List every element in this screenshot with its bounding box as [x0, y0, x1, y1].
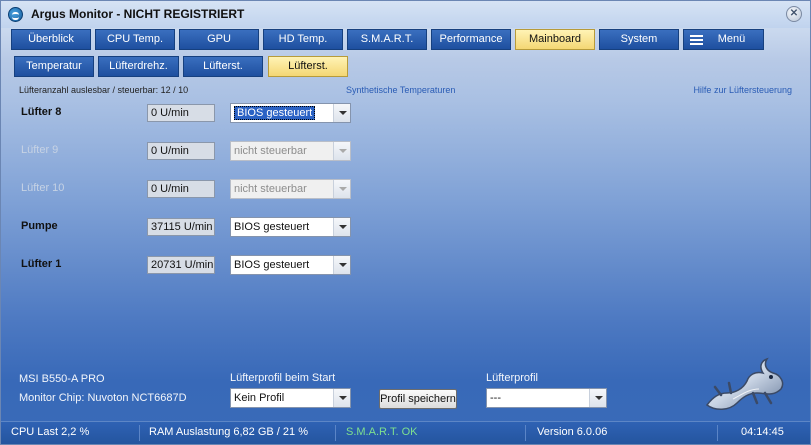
- fan-name: Lüfter 9: [21, 144, 59, 156]
- fan-name: Lüfter 8: [21, 106, 62, 118]
- tab-hd-temp[interactable]: HD Temp.: [263, 29, 343, 50]
- start-profile-value: Kein Profil: [234, 392, 285, 404]
- fan-mode-select[interactable]: BIOS gesteuert: [230, 103, 351, 123]
- argus-lizard-logo-icon: [705, 357, 784, 410]
- fan-name: Pumpe: [21, 220, 58, 232]
- subtab-luefterdrehz[interactable]: Lüfterdrehz.: [98, 56, 179, 77]
- status-divider: [335, 425, 336, 441]
- tab-menu[interactable]: Menü: [683, 29, 764, 50]
- argus-app-icon: [8, 7, 23, 22]
- fan-rpm: 0 U/min: [147, 142, 215, 160]
- fan-mode-select[interactable]: BIOS gesteuert: [230, 217, 351, 237]
- subtab-luefterst-2[interactable]: Lüfterst.: [268, 56, 348, 77]
- title-bar[interactable]: Argus Monitor - NICHT REGISTRIERT ✕: [1, 1, 810, 28]
- hamburger-menu-icon: [690, 35, 703, 45]
- fan-mode-value: BIOS gesteuert: [234, 221, 310, 233]
- version-status: Version 6.0.06: [537, 426, 608, 438]
- ram-usage-status: RAM Auslastung 6,82 GB / 21 %: [149, 426, 308, 438]
- fan-count-label: Lüfteranzahl auslesbar / steuerbar: 12 /…: [19, 85, 189, 95]
- close-icon[interactable]: ✕: [786, 6, 802, 22]
- clock-status: 04:14:45: [741, 426, 784, 438]
- status-bar: CPU Last 2,2 % RAM Auslastung 6,82 GB / …: [1, 421, 810, 444]
- tab-smart[interactable]: S.M.A.R.T.: [347, 29, 427, 50]
- status-divider: [525, 425, 526, 441]
- tab-performance[interactable]: Performance: [431, 29, 511, 50]
- fan-profile-value: ---: [490, 392, 501, 404]
- status-divider: [717, 425, 718, 441]
- tab-mainboard[interactable]: Mainboard: [515, 29, 595, 50]
- fan-rpm: 0 U/min: [147, 104, 215, 122]
- tab-system[interactable]: System: [599, 29, 679, 50]
- fan-control-help-link[interactable]: Hilfe zur Lüftersteuerung: [693, 85, 792, 95]
- mainboard-name: MSI B550-A PRO: [19, 373, 105, 385]
- fan-name: Lüfter 10: [21, 182, 65, 194]
- start-profile-label: Lüfterprofil beim Start: [230, 372, 336, 384]
- fan-mode-value: nicht steuerbar: [234, 183, 307, 195]
- app-window: Argus Monitor - NICHT REGISTRIERT ✕ Über…: [0, 0, 811, 445]
- chevron-down-icon[interactable]: [333, 389, 350, 407]
- fan-rpm: 20731 U/min: [147, 256, 215, 274]
- fan-mode-value: BIOS gesteuert: [234, 259, 310, 271]
- fan-profile-label: Lüfterprofil: [486, 372, 538, 384]
- start-profile-select[interactable]: Kein Profil: [230, 388, 351, 408]
- smart-status: S.M.A.R.T. OK: [346, 426, 418, 438]
- chevron-down-icon[interactable]: [333, 218, 350, 236]
- fan-profile-select[interactable]: ---: [486, 388, 607, 408]
- fan-mode-select[interactable]: BIOS gesteuert: [230, 255, 351, 275]
- fan-rpm: 37115 U/min: [147, 218, 215, 236]
- fan-mode-value: nicht steuerbar: [234, 145, 307, 157]
- save-profile-button[interactable]: Profil speichern: [379, 389, 457, 409]
- chevron-down-icon: [333, 142, 350, 160]
- subtab-temperatur[interactable]: Temperatur: [14, 56, 94, 77]
- monitor-chip-label: Monitor Chip: Nuvoton NCT6687D: [19, 392, 187, 404]
- cpu-load-status: CPU Last 2,2 %: [11, 426, 90, 438]
- tab-gpu[interactable]: GPU: [179, 29, 259, 50]
- tab-cpu-temp[interactable]: CPU Temp.: [95, 29, 175, 50]
- status-divider: [139, 425, 140, 441]
- fan-mode-value: BIOS gesteuert: [234, 106, 316, 120]
- chevron-down-icon[interactable]: [333, 256, 350, 274]
- window-title: Argus Monitor - NICHT REGISTRIERT: [31, 7, 245, 21]
- fan-mode-select: nicht steuerbar: [230, 179, 351, 199]
- tab-menu-label: Menü: [717, 33, 746, 45]
- fan-mode-select: nicht steuerbar: [230, 141, 351, 161]
- fan-rpm: 0 U/min: [147, 180, 215, 198]
- subtab-luefterst-1[interactable]: Lüfterst.: [183, 56, 263, 77]
- chevron-down-icon[interactable]: [589, 389, 606, 407]
- fan-name: Lüfter 1: [21, 258, 62, 270]
- chevron-down-icon: [333, 180, 350, 198]
- chevron-down-icon[interactable]: [333, 104, 350, 122]
- tab-ueberblick[interactable]: Überblick: [11, 29, 91, 50]
- synthetic-temperatures-link[interactable]: Synthetische Temperaturen: [346, 85, 455, 95]
